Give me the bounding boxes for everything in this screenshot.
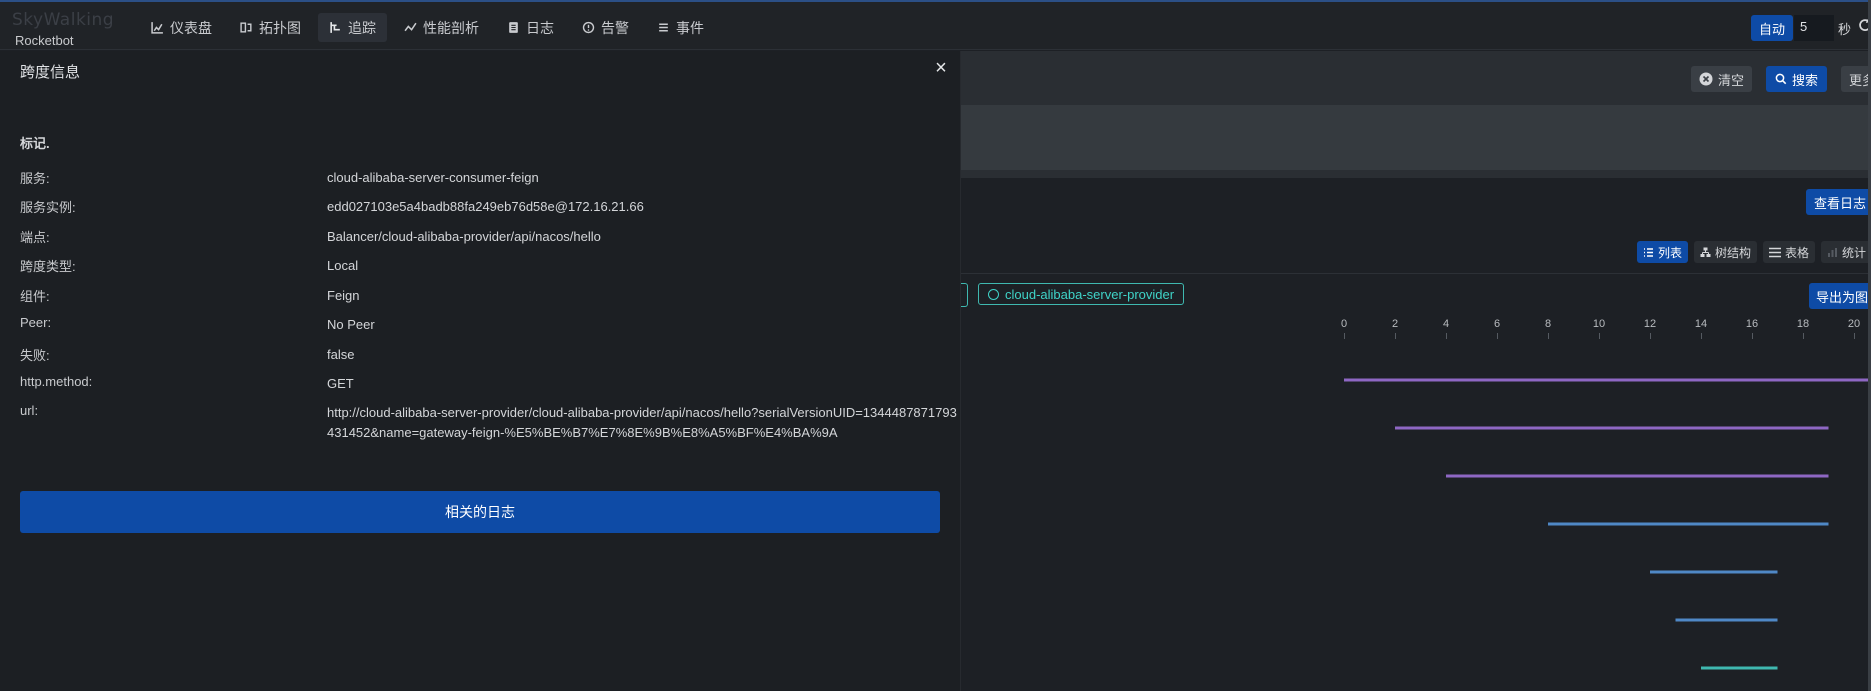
detail-key: 跨度类型: [20, 259, 76, 274]
detail-value: GET [327, 376, 354, 391]
detail-value: Balancer/cloud-alibaba-provider/api/naco… [327, 229, 601, 244]
detail-key: 服务实例: [20, 200, 76, 215]
detail-value: cloud-alibaba-server-consumer-feign [327, 170, 539, 185]
detail-key: Peer: [20, 315, 52, 330]
detail-value: edd027103e5a4badb88fa249eb76d58e@172.16.… [327, 199, 644, 214]
detail-key: 组件: [20, 289, 50, 304]
close-icon[interactable]: × [932, 58, 950, 78]
detail-value: http://cloud-alibaba-server-provider/clo… [327, 405, 957, 440]
detail-key: 端点: [20, 230, 50, 245]
span-info-drawer: 跨度信息 × 标记. 服务: cloud-alibaba-server-cons… [0, 51, 961, 691]
detail-value: No Peer [327, 317, 375, 332]
detail-key: url: [20, 403, 39, 418]
detail-value: Feign [327, 288, 360, 303]
related-logs-button[interactable]: 相关的日志 [20, 491, 940, 533]
detail-key: 服务: [20, 171, 50, 186]
detail-key: 失败: [20, 348, 50, 363]
detail-value: Local [327, 258, 359, 273]
tags-heading: 标记. [20, 136, 50, 151]
detail-value: false [327, 347, 355, 362]
detail-key: http.method: [20, 374, 93, 389]
drawer-title: 跨度信息 [20, 64, 81, 81]
